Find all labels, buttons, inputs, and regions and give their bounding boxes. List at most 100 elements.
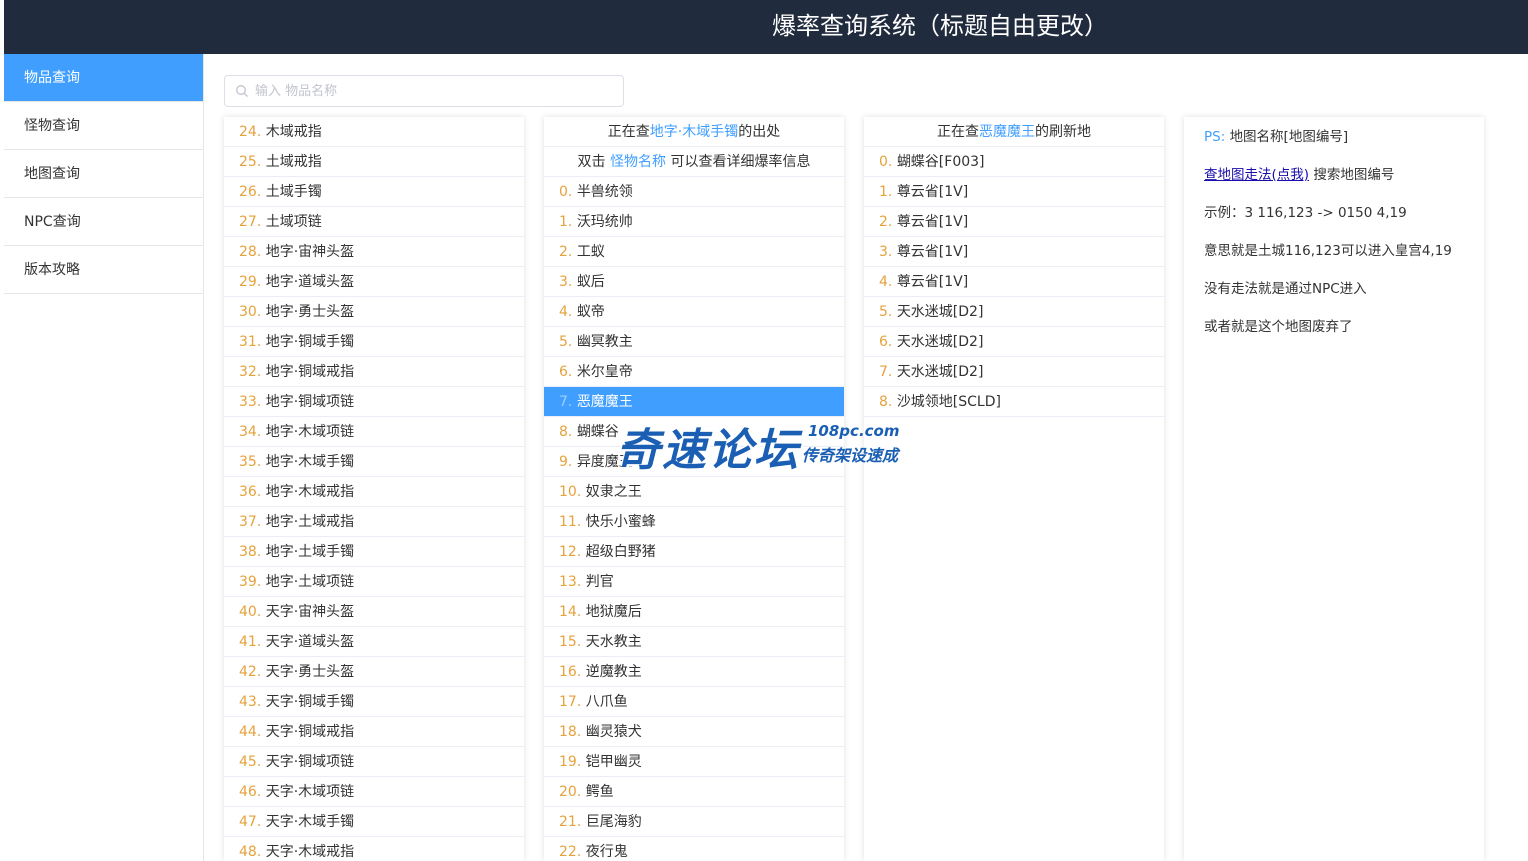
item-row[interactable]: 42. 天字·勇士头盔: [224, 657, 524, 687]
row-index: 18.: [559, 724, 582, 740]
item-row[interactable]: 33. 地字·铜域项链: [224, 387, 524, 417]
row-index: 42.: [239, 664, 262, 680]
monster-row[interactable]: 18. 幽灵猿犬: [544, 717, 844, 747]
row-label: 地字·道域头盔: [265, 274, 355, 290]
item-row[interactable]: 43. 天字·铜域手镯: [224, 687, 524, 717]
monster-row[interactable]: 6. 米尔皇帝: [544, 357, 844, 387]
monster-row[interactable]: 2. 工蚁: [544, 237, 844, 267]
item-row[interactable]: 41. 天字·道域头盔: [224, 627, 524, 657]
monster-row[interactable]: 12. 超级白野猪: [544, 537, 844, 567]
item-row[interactable]: 28. 地字·宙神头盔: [224, 237, 524, 267]
monster-row[interactable]: 3. 蚁后: [544, 267, 844, 297]
sidebar-item-map-query[interactable]: 地图查询: [4, 150, 203, 198]
map-panel-header: 正在查恶魔魔王的刷新地: [864, 117, 1164, 147]
row-index: 48.: [239, 844, 262, 860]
monster-row[interactable]: 4. 蚁帝: [544, 297, 844, 327]
row-index: 35.: [239, 454, 262, 470]
row-label: 木域戒指: [265, 124, 322, 140]
search-box: [224, 75, 624, 107]
monster-row[interactable]: 7. 恶魔魔王: [544, 387, 844, 417]
row-index: 0.: [879, 154, 893, 170]
item-row[interactable]: 34. 地字·木域项链: [224, 417, 524, 447]
item-row[interactable]: 36. 地字·木域戒指: [224, 477, 524, 507]
monster-row[interactable]: 0. 半兽统领: [544, 177, 844, 207]
monster-row[interactable]: 22. 夜行鬼: [544, 837, 844, 861]
map-row[interactable]: 6. 天水迷城[D2]: [864, 327, 1164, 357]
map-row[interactable]: 4. 尊云省[1V]: [864, 267, 1164, 297]
sidebar-item-guide[interactable]: 版本攻略: [4, 246, 203, 294]
monster-row[interactable]: 20. 鳄鱼: [544, 777, 844, 807]
row-label: 土域手镯: [265, 184, 322, 200]
search-icon: [236, 85, 248, 97]
map-row[interactable]: 1. 尊云省[1V]: [864, 177, 1164, 207]
row-index: 7.: [559, 394, 573, 410]
map-row[interactable]: 5. 天水迷城[D2]: [864, 297, 1164, 327]
monster-row[interactable]: 16. 逆魔教主: [544, 657, 844, 687]
row-index: 25.: [239, 154, 262, 170]
item-row[interactable]: 35. 地字·木域手镯: [224, 447, 524, 477]
monster-row[interactable]: 13. 判官: [544, 567, 844, 597]
item-row[interactable]: 32. 地字·铜域戒指: [224, 357, 524, 387]
item-row[interactable]: 26. 土域手镯: [224, 177, 524, 207]
sidebar-item-monster-query[interactable]: 怪物查询: [4, 102, 203, 150]
row-index: 45.: [239, 754, 262, 770]
row-label: 快乐小蜜蜂: [585, 514, 656, 530]
ps-text: 地图名称[地图编号]: [1229, 129, 1349, 145]
row-label: 天字·木域手镯: [265, 814, 355, 830]
monster-panel-hint: 双击 怪物名称 可以查看详细爆率信息: [544, 147, 844, 177]
monster-panel-header: 正在查地字·木域手镯的出处: [544, 117, 844, 147]
row-label: 鳄鱼: [585, 784, 614, 800]
monster-row[interactable]: 9. 异度魔王: [544, 447, 844, 477]
item-row[interactable]: 45. 天字·铜域项链: [224, 747, 524, 777]
row-label: 蚁后: [576, 274, 605, 290]
item-row[interactable]: 31. 地字·铜域手镯: [224, 327, 524, 357]
sidebar-item-npc-query[interactable]: NPC查询: [4, 198, 203, 246]
item-row[interactable]: 25. 土域戒指: [224, 147, 524, 177]
row-index: 39.: [239, 574, 262, 590]
item-row[interactable]: 24. 木域戒指: [224, 117, 524, 147]
row-label: 八爪鱼: [585, 694, 628, 710]
row-index: 7.: [879, 364, 893, 380]
item-row[interactable]: 29. 地字·道域头盔: [224, 267, 524, 297]
item-row[interactable]: 46. 天字·木域项链: [224, 777, 524, 807]
item-row[interactable]: 44. 天字·铜域戒指: [224, 717, 524, 747]
monster-row[interactable]: 10. 奴隶之王: [544, 477, 844, 507]
monster-row[interactable]: 17. 八爪鱼: [544, 687, 844, 717]
sidebar-item-item-query[interactable]: 物品查询: [4, 54, 203, 102]
row-label: 幽冥教主: [576, 334, 633, 350]
item-row[interactable]: 40. 天字·宙神头盔: [224, 597, 524, 627]
item-row[interactable]: 27. 土域项链: [224, 207, 524, 237]
search-input[interactable]: [255, 76, 615, 106]
item-row[interactable]: 38. 地字·土域手镯: [224, 537, 524, 567]
monster-row[interactable]: 14. 地狱魔后: [544, 597, 844, 627]
link-suffix: 搜索地图编号: [1313, 167, 1395, 183]
row-label: 沙城领地[SCLD]: [896, 394, 1001, 410]
row-label: 天字·勇士头盔: [265, 664, 355, 680]
item-row[interactable]: 37. 地字·土域戒指: [224, 507, 524, 537]
monster-row[interactable]: 21. 巨尾海豹: [544, 807, 844, 837]
row-index: 15.: [559, 634, 582, 650]
map-route-link[interactable]: 查地图走法(点我): [1204, 167, 1309, 183]
map-row[interactable]: 7. 天水迷城[D2]: [864, 357, 1164, 387]
item-row[interactable]: 30. 地字·勇士头盔: [224, 297, 524, 327]
map-row[interactable]: 3. 尊云省[1V]: [864, 237, 1164, 267]
monster-row[interactable]: 11. 快乐小蜜蜂: [544, 507, 844, 537]
map-row[interactable]: 0. 蝴蝶谷[F003]: [864, 147, 1164, 177]
row-label: 铠甲幽灵: [585, 754, 642, 770]
map-row[interactable]: 2. 尊云省[1V]: [864, 207, 1164, 237]
monster-row[interactable]: 15. 天水教主: [544, 627, 844, 657]
monster-row[interactable]: 8. 蝴蝶谷: [544, 417, 844, 447]
map-row[interactable]: 8. 沙城领地[SCLD]: [864, 387, 1164, 417]
row-index: 0.: [559, 184, 573, 200]
row-index: 5.: [879, 304, 893, 320]
row-label: 夜行鬼: [585, 844, 628, 860]
monster-row[interactable]: 5. 幽冥教主: [544, 327, 844, 357]
row-index: 5.: [559, 334, 573, 350]
item-row[interactable]: 48. 天字·木域戒指: [224, 837, 524, 861]
item-row[interactable]: 47. 天字·木域手镯: [224, 807, 524, 837]
monster-row[interactable]: 1. 沃玛统帅: [544, 207, 844, 237]
monster-list: 0. 半兽统领 1. 沃玛统帅 2. 工蚁 3. 蚁后 4. 蚁帝 5. 幽冥教主 6. 米…: [544, 177, 844, 861]
item-row[interactable]: 39. 地字·土域项链: [224, 567, 524, 597]
monster-row[interactable]: 19. 铠甲幽灵: [544, 747, 844, 777]
row-label: 天水迷城[D2]: [896, 364, 984, 380]
